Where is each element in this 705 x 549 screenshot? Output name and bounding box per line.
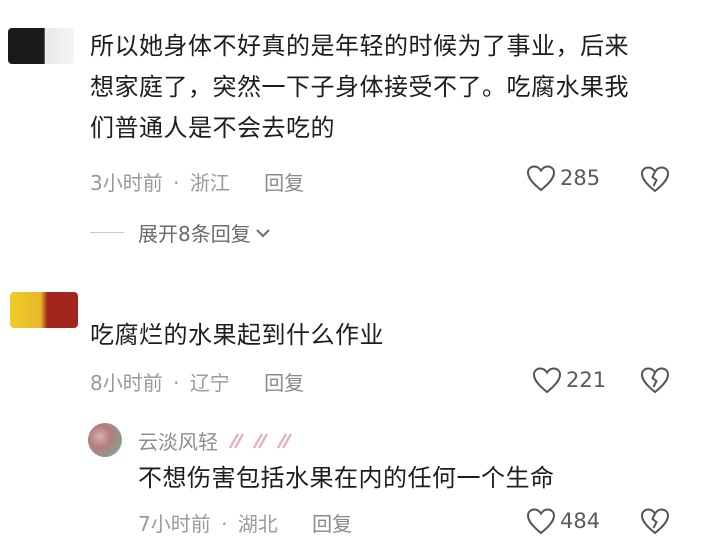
dislike-button[interactable] <box>640 165 670 193</box>
reply-line: 不想伤害包括水果在内的任何一个生命 <box>138 464 555 492</box>
meta-separator: · <box>173 171 180 195</box>
badge-icon <box>224 430 302 452</box>
avatar-redacted[interactable] <box>10 292 78 328</box>
expand-line <box>90 232 124 233</box>
like-button[interactable]: 221 <box>532 366 606 394</box>
reply-button[interactable]: 回复 <box>312 512 352 536</box>
comment-time: 3小时前 <box>90 171 163 195</box>
heart-icon <box>526 507 556 535</box>
expand-replies[interactable]: 展开8条回复 <box>90 218 271 247</box>
comment-text-1: 所以她身体不好真的是年轻的时候为了事业，后来 想家庭了，突然一下子身体接受不了。… <box>90 26 629 149</box>
avatar-redacted[interactable] <box>8 28 74 64</box>
reply-button[interactable]: 回复 <box>264 371 304 395</box>
comment-meta-2: 8小时前 · 辽宁 回复 <box>90 367 304 396</box>
avatar[interactable] <box>88 423 122 457</box>
like-button[interactable]: 285 <box>526 164 600 192</box>
expand-label: 展开8条回复 <box>138 222 251 246</box>
username[interactable]: 云淡风轻 <box>138 426 218 455</box>
comment-line: 所以她身体不好真的是年轻的时候为了事业，后来 <box>90 32 629 60</box>
chevron-down-icon <box>255 227 271 239</box>
comment-location: 浙江 <box>189 171 230 195</box>
reply-location: 湖北 <box>237 512 278 536</box>
reply-meta: 7小时前 · 湖北 回复 <box>138 508 352 537</box>
reply-button[interactable]: 回复 <box>264 171 304 195</box>
broken-heart-icon <box>640 165 670 193</box>
comment-line: 吃腐烂的水果起到什么作业 <box>90 321 384 349</box>
broken-heart-icon <box>640 366 670 394</box>
comment-time: 8小时前 <box>90 371 163 395</box>
comment-location: 辽宁 <box>189 371 230 395</box>
comment-line: 想家庭了，突然一下子身体接受不了。吃腐水果我 <box>90 73 629 101</box>
comment-line: 们普通人是不会去吃的 <box>90 114 335 142</box>
reply-text: 不想伤害包括水果在内的任何一个生命 <box>138 458 555 499</box>
reply-username-row: 云淡风轻 <box>138 426 302 455</box>
heart-icon <box>526 164 556 192</box>
like-count: 285 <box>560 166 601 190</box>
meta-separator: · <box>173 371 180 395</box>
comment-text-2: 吃腐烂的水果起到什么作业 <box>90 315 384 356</box>
meta-separator: · <box>221 512 228 536</box>
like-button[interactable]: 484 <box>526 507 600 535</box>
comment-meta-1: 3小时前 · 浙江 回复 <box>90 167 304 196</box>
heart-icon <box>532 366 562 394</box>
broken-heart-icon <box>640 507 670 535</box>
reply-time: 7小时前 <box>138 512 211 536</box>
like-count: 484 <box>560 509 601 533</box>
dislike-button[interactable] <box>640 507 670 535</box>
dislike-button[interactable] <box>640 366 670 394</box>
like-count: 221 <box>566 368 607 392</box>
